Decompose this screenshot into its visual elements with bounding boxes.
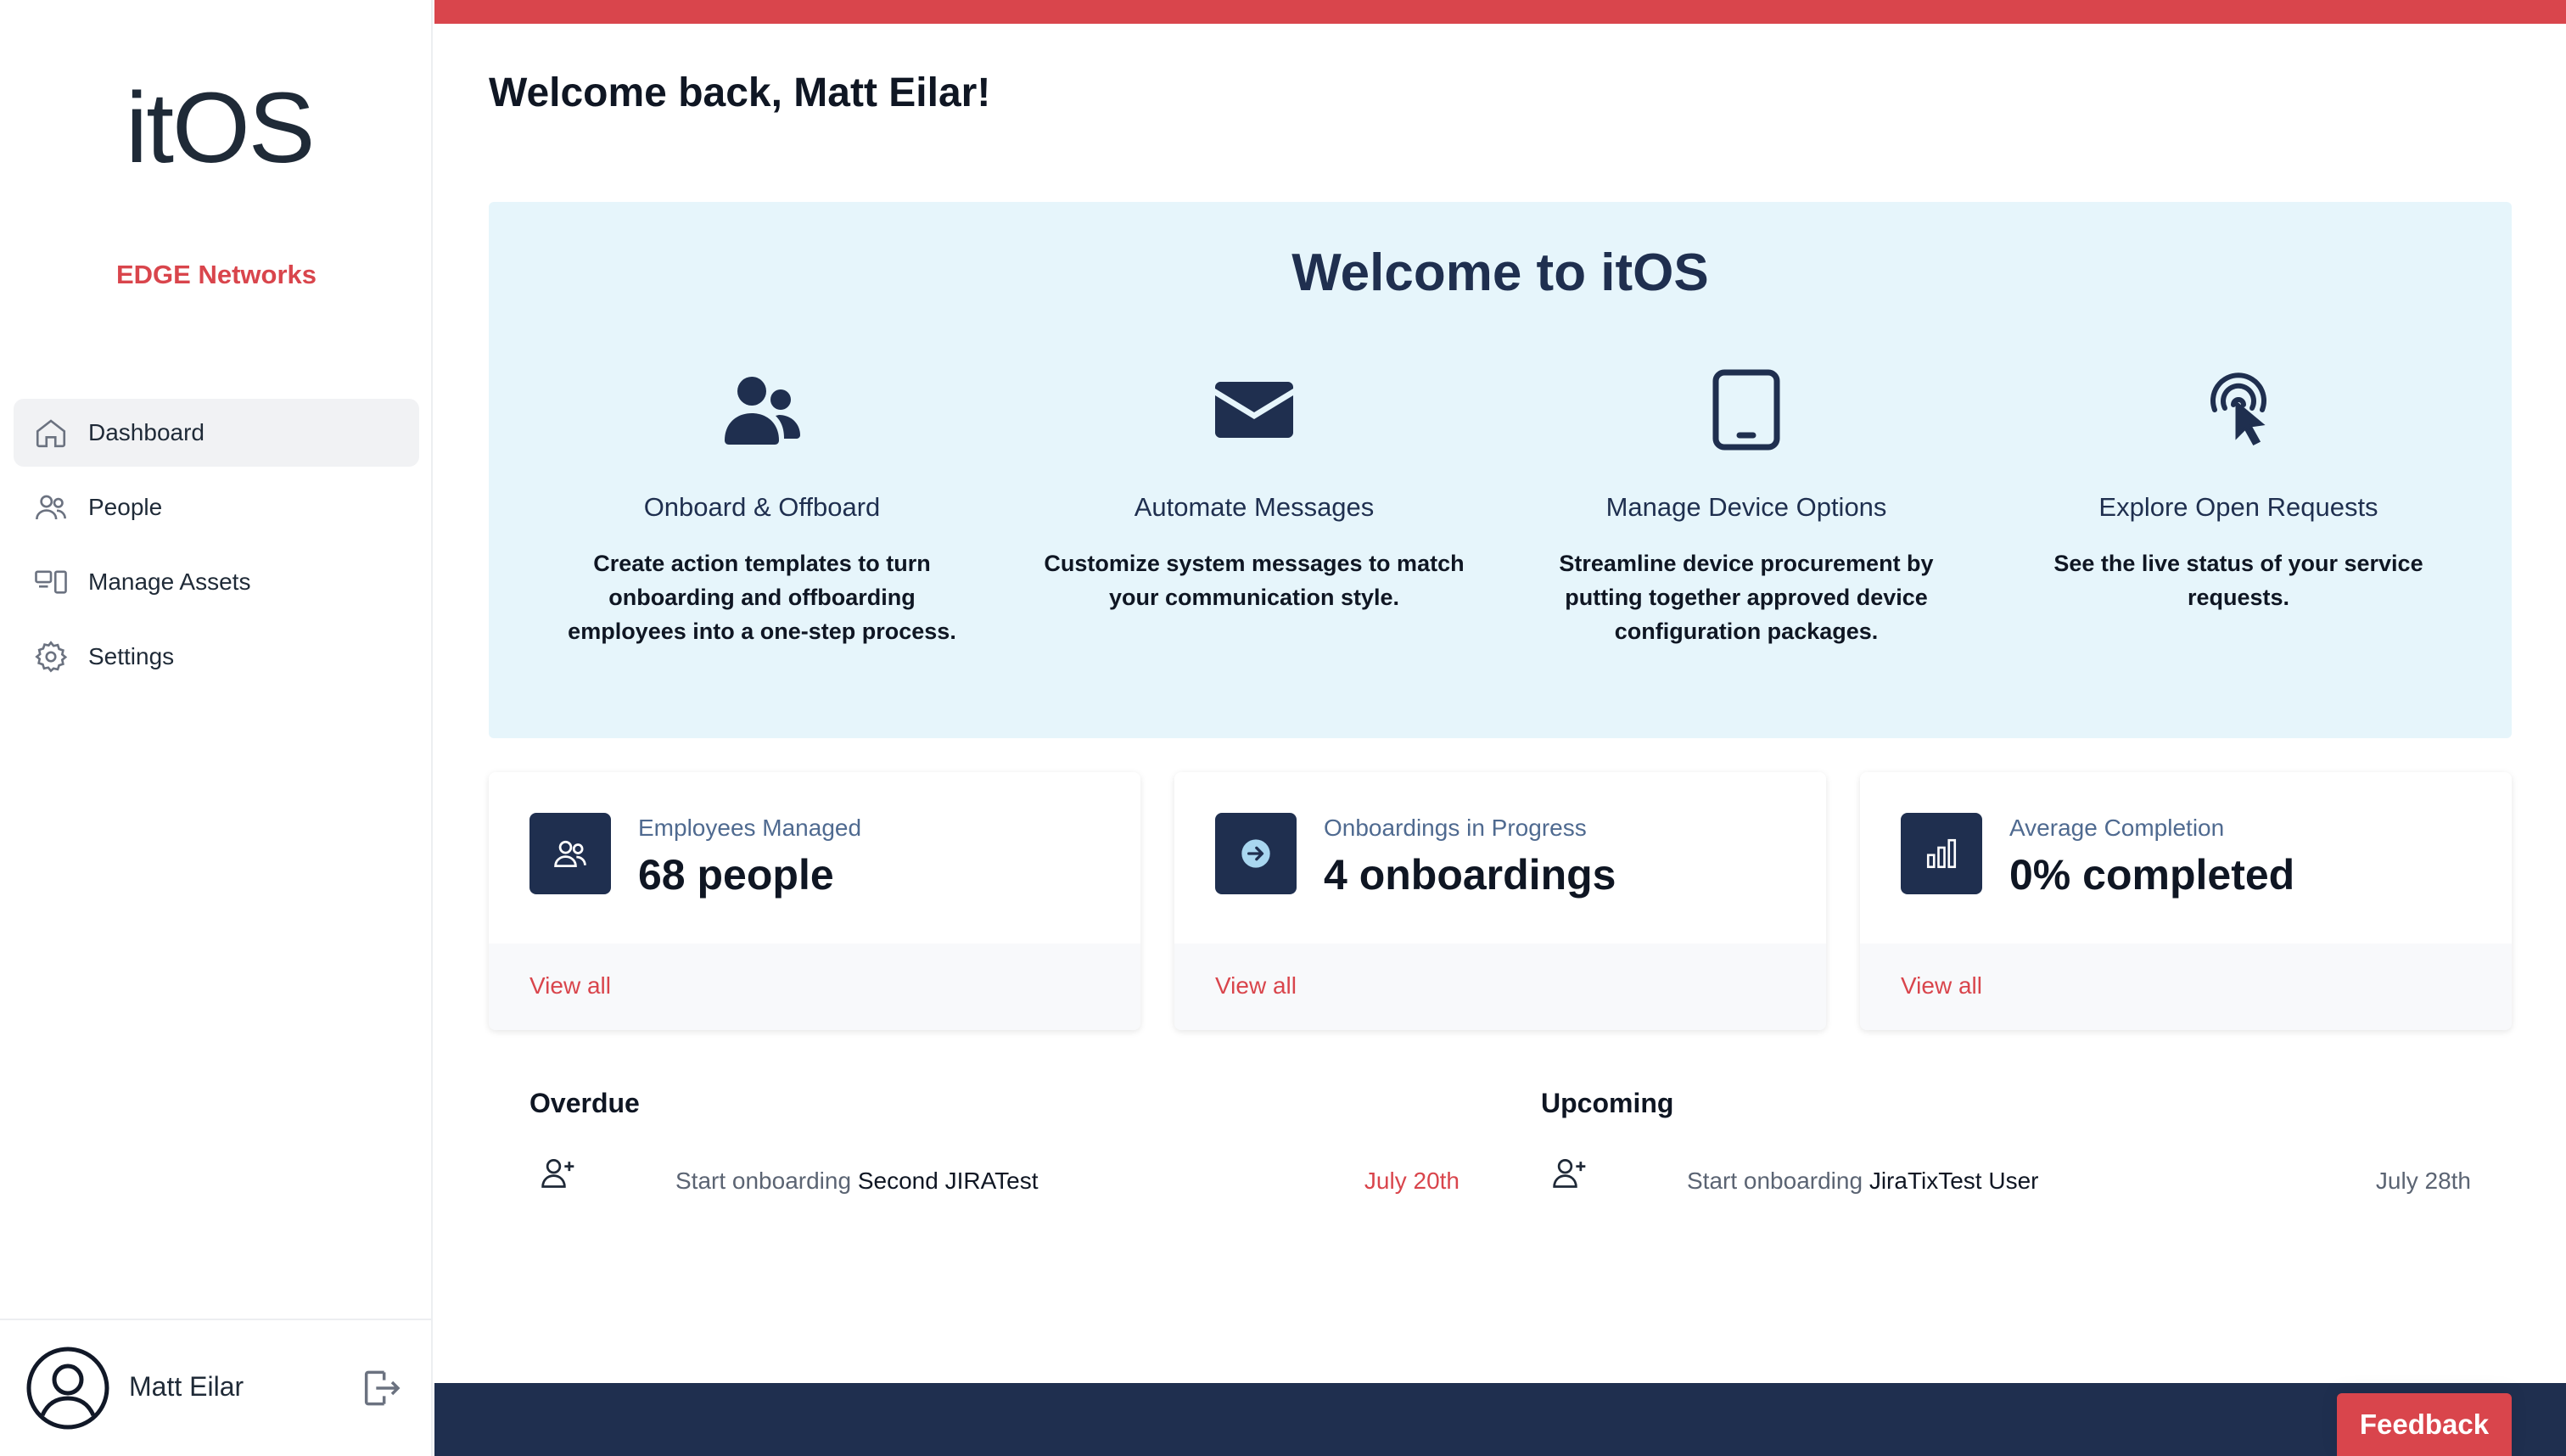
footer-band xyxy=(434,1383,2566,1456)
overdue-title: Overdue xyxy=(529,1088,640,1118)
app-logo[interactable]: itOS xyxy=(126,78,315,178)
logo-text: itOS xyxy=(126,72,315,184)
feature-requests: Explore Open Requests See the live statu… xyxy=(1992,363,2485,648)
bar-chart-icon xyxy=(1901,813,1982,894)
hero-title: Welcome to itOS xyxy=(1291,244,1709,302)
stat-card-onboardings: Onboardings in Progress 4 onboardings Vi… xyxy=(1174,772,1826,1030)
welcome-hero: Welcome to itOS Onboard & Offboard Creat… xyxy=(489,202,2512,738)
task-person: JiraTixTest User xyxy=(1868,1168,2039,1194)
feature-description: Create action templates to turn onboardi… xyxy=(568,551,956,644)
task-person: Second JIRATest xyxy=(857,1168,1039,1194)
feature-name: Automate Messages xyxy=(1134,492,1375,522)
org-name: EDGE Networks xyxy=(115,260,317,289)
user-name: Matt Eilar xyxy=(129,1371,244,1402)
users-icon xyxy=(529,813,611,894)
users-icon xyxy=(516,363,1008,456)
sidebar-item-label: People xyxy=(88,494,163,520)
view-all-link[interactable]: View all xyxy=(529,972,611,1000)
avatar-icon[interactable] xyxy=(25,1346,110,1431)
task-action: Start onboarding xyxy=(1687,1168,1863,1194)
task-text: Start onboarding JiraTixTest User xyxy=(1687,1168,2038,1195)
sidebar-nav: Dashboard People Manage Assets Settings xyxy=(14,399,419,697)
feature-description: See the live status of your service requ… xyxy=(2053,551,2423,610)
stats-row: Employees Managed 68 people View all Onb… xyxy=(489,772,2512,1030)
stat-value: 68 people xyxy=(638,851,834,899)
user-panel: Matt Eilar xyxy=(0,1319,433,1456)
home-icon xyxy=(31,412,71,453)
feature-devices: Manage Device Options Streamline device … xyxy=(1500,363,1992,648)
top-accent-bar xyxy=(434,0,2566,24)
gear-icon xyxy=(31,636,71,677)
stat-label: Employees Managed xyxy=(638,815,862,841)
feedback-button[interactable]: Feedback xyxy=(2337,1393,2512,1456)
stat-value: 0% completed xyxy=(2009,851,2295,899)
sidebar-item-manage-assets[interactable]: Manage Assets xyxy=(14,548,419,616)
stat-card-employees: Employees Managed 68 people View all xyxy=(489,772,1140,1030)
sidebar-item-label: Settings xyxy=(88,643,175,669)
envelope-icon xyxy=(1008,363,1500,456)
sidebar-item-settings[interactable]: Settings xyxy=(14,623,419,691)
feature-name: Manage Device Options xyxy=(1605,492,1887,522)
overdue-row[interactable]: Start onboarding Second JIRATest July 20… xyxy=(540,1154,1459,1205)
stat-label: Average Completion xyxy=(2009,815,2225,841)
stat-label: Onboardings in Progress xyxy=(1324,815,1587,841)
people-icon xyxy=(31,487,71,528)
upcoming-title: Upcoming xyxy=(1541,1088,1674,1118)
add-user-icon xyxy=(1551,1154,1592,1195)
view-all-link[interactable]: View all xyxy=(1215,972,1297,1000)
view-all-link[interactable]: View all xyxy=(1901,972,1982,1000)
add-user-icon xyxy=(540,1154,580,1195)
feature-onboard: Onboard & Offboard Create action templat… xyxy=(516,363,1008,648)
stat-value: 4 onboardings xyxy=(1324,851,1616,899)
tablet-icon xyxy=(1500,363,1992,456)
feature-messages: Automate Messages Customize system messa… xyxy=(1008,363,1500,648)
sidebar-item-label: Dashboard xyxy=(88,419,204,445)
stat-card-completion: Average Completion 0% completed View all xyxy=(1860,772,2512,1030)
sidebar-item-dashboard[interactable]: Dashboard xyxy=(14,399,419,467)
task-date: July 20th xyxy=(1364,1168,1459,1194)
feature-name: Explore Open Requests xyxy=(2098,492,2378,522)
logout-icon[interactable] xyxy=(356,1364,404,1412)
feature-description: Streamline device procurement by putting… xyxy=(1559,551,1934,644)
pointer-click-icon xyxy=(1992,363,2485,456)
page-title: Welcome back, Matt Eilar! xyxy=(489,70,991,115)
sidebar-item-people[interactable]: People xyxy=(14,473,419,541)
feature-list: Onboard & Offboard Create action templat… xyxy=(489,363,2512,648)
task-text: Start onboarding Second JIRATest xyxy=(675,1168,1039,1195)
task-action: Start onboarding xyxy=(675,1168,852,1194)
feature-description: Customize system messages to match your … xyxy=(1044,551,1465,610)
task-date: July 28th xyxy=(2375,1168,2471,1194)
sidebar: itOS EDGE Networks Dashboard People Mana… xyxy=(0,0,433,1456)
feature-name: Onboard & Offboard xyxy=(643,492,881,522)
upcoming-row[interactable]: Start onboarding JiraTixTest User July 2… xyxy=(1551,1154,2471,1205)
sidebar-item-label: Manage Assets xyxy=(88,568,251,595)
arrow-circle-icon xyxy=(1215,813,1297,894)
assets-icon xyxy=(31,562,71,602)
